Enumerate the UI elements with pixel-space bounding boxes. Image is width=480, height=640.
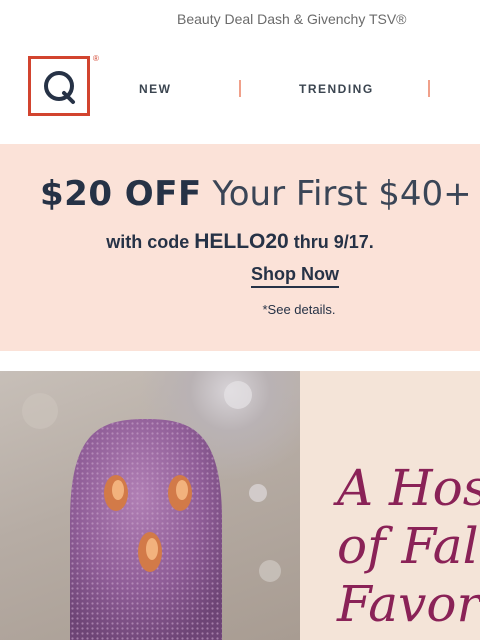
hero-title-line: of Fall: [337, 517, 480, 575]
promo-code-suffix: thru 9/17.: [288, 232, 374, 252]
see-details-link[interactable]: *See details.: [0, 302, 480, 317]
qvc-logo[interactable]: [28, 56, 90, 116]
hero-banner[interactable]: A Host of Fall Favorit: [0, 371, 480, 640]
top-promo-text[interactable]: Beauty Deal Dash & Givenchy TSV®: [177, 11, 407, 27]
registered-mark: ®: [93, 54, 99, 63]
shop-now-link[interactable]: Shop Now: [251, 264, 339, 288]
ghost-decor-image[interactable]: [0, 371, 300, 640]
hero-title[interactable]: A Host of Fall Favorit: [337, 459, 480, 633]
promo-code: HELLO20: [194, 230, 289, 253]
promo-banner[interactable]: $20 OFF Your First $40+ O with code HELL…: [0, 144, 480, 351]
nav-divider: [239, 80, 241, 97]
q-logo-icon: [44, 71, 75, 104]
site-header: ® NEW TRENDING: [0, 40, 480, 144]
promo-code-prefix: with code: [106, 232, 195, 252]
top-promo-bar[interactable]: Beauty Deal Dash & Givenchy TSV®: [0, 0, 480, 40]
hero-title-line: Favorit: [337, 575, 480, 633]
promo-code-line: with code HELLO20 thru 9/17.: [0, 230, 480, 254]
nav-divider: [428, 80, 430, 97]
promo-condition: Your First $40+ O: [201, 174, 480, 214]
ghost-figure-icon: [22, 381, 281, 640]
hero-title-line: A Host: [337, 459, 480, 517]
promo-amount: $20 OFF: [40, 174, 202, 214]
nav-trending[interactable]: TRENDING: [299, 82, 374, 96]
nav-new[interactable]: NEW: [139, 82, 172, 96]
promo-headline: $20 OFF Your First $40+ O: [40, 174, 480, 214]
